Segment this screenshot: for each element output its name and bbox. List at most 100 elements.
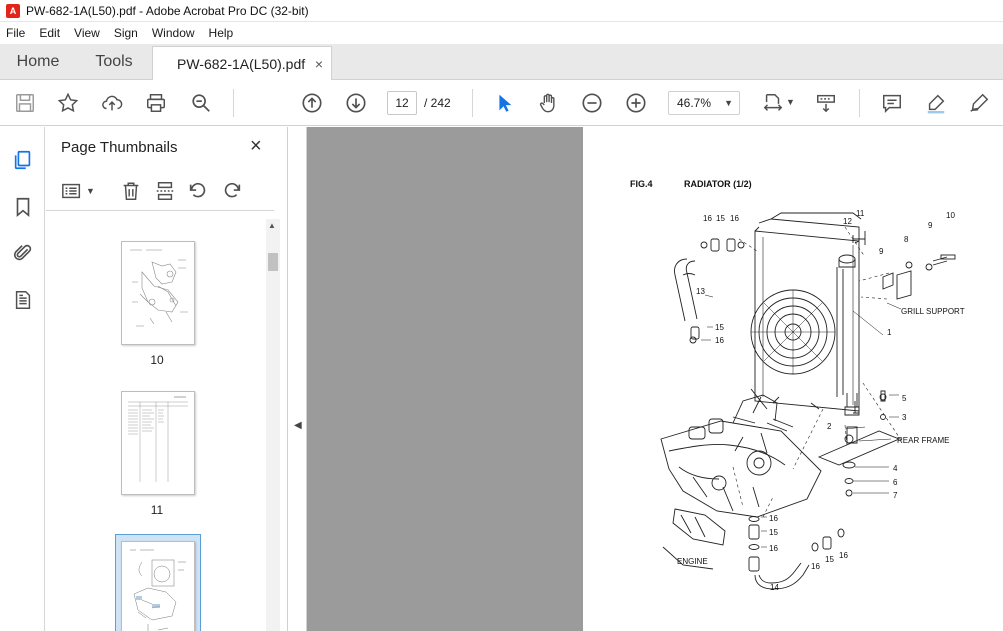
- tab-tools[interactable]: Tools: [76, 44, 152, 80]
- menu-file[interactable]: File: [6, 26, 25, 40]
- bookmark-star-icon[interactable]: [55, 90, 81, 116]
- thumbnail-label: 11: [150, 503, 164, 517]
- print-icon[interactable]: [143, 90, 169, 116]
- options-menu-icon[interactable]: [60, 179, 84, 203]
- toolbar-divider: [472, 89, 473, 117]
- next-page-icon[interactable]: [343, 90, 369, 116]
- rear-frame-label: REAR FRAME: [897, 436, 949, 445]
- toolbar-divider: [859, 89, 860, 117]
- menu-sign[interactable]: Sign: [114, 26, 138, 40]
- radiator-exploded-diagram: FIG.4 RADIATOR (1/2) 16 15 16 12 11 9 8 …: [630, 179, 965, 592]
- thumbnail-label: 10: [150, 353, 164, 367]
- diagram-title: RADIATOR (1/2): [684, 179, 752, 189]
- callout-16-a: 16: [703, 214, 712, 223]
- menu-bar: File Edit View Sign Window Help: [0, 22, 1003, 44]
- grill-support-label: GRILL SUPPORT: [901, 307, 965, 316]
- zoom-search-icon[interactable]: [188, 90, 214, 116]
- thumbnail-page-12[interactable]: [121, 541, 195, 631]
- callout-12: 12: [843, 217, 852, 226]
- page-thumbnails-icon[interactable]: [10, 147, 36, 173]
- callout-10: 10: [946, 211, 955, 220]
- zoom-caret-icon: ▼: [724, 98, 733, 108]
- callout-1: 1: [887, 328, 892, 337]
- tab-close-icon[interactable]: ×: [315, 56, 323, 72]
- thumbnail-12-preview: [130, 549, 186, 631]
- thumbnail-page-10[interactable]: [121, 241, 195, 345]
- callout-14: 14: [770, 583, 779, 592]
- scroll-up-icon[interactable]: ▲: [268, 221, 276, 230]
- tab-document[interactable]: PW-682-1A(L50).pdf ×: [152, 46, 332, 81]
- panel-title: Page Thumbnails: [61, 139, 178, 156]
- callout-15-d: 15: [825, 555, 834, 564]
- upload-cloud-icon[interactable]: [99, 90, 125, 116]
- delete-page-icon[interactable]: [119, 179, 143, 203]
- page-thumbnails-panel: Page Thumbnails × ▼ 10 11 ▲: [46, 127, 288, 631]
- toolbar-divider: [233, 89, 234, 117]
- menu-window[interactable]: Window: [152, 26, 195, 40]
- menu-help[interactable]: Help: [209, 26, 234, 40]
- panel-toolbar: ▼: [46, 173, 274, 211]
- callout-16-c: 16: [715, 336, 724, 345]
- select-cursor-icon[interactable]: [491, 90, 517, 116]
- total-pages-label: / 242: [424, 96, 451, 110]
- main-toolbar: ▼: [0, 80, 1003, 126]
- hand-tool-icon[interactable]: [535, 90, 561, 116]
- fit-page-caret-icon[interactable]: ▼: [786, 97, 795, 107]
- zoom-out-icon[interactable]: [579, 90, 605, 116]
- scrollbar-thumb[interactable]: [268, 253, 278, 271]
- tab-home[interactable]: Home: [0, 44, 76, 80]
- title-bar: A PW-682-1A(L50).pdf - Adobe Acrobat Pro…: [0, 0, 1003, 22]
- attachments-icon[interactable]: [10, 240, 36, 266]
- rotate-clockwise-icon[interactable]: [220, 179, 244, 203]
- thumbnail-10-preview: [130, 249, 188, 327]
- fit-page-icon[interactable]: [760, 90, 786, 116]
- window-title: PW-682-1A(L50).pdf - Adobe Acrobat Pro D…: [26, 3, 309, 18]
- insert-page-icon[interactable]: [153, 179, 177, 203]
- thumbnail-11-preview: [128, 396, 188, 482]
- zoom-in-icon[interactable]: [623, 90, 649, 116]
- scrolling-mode-icon[interactable]: [813, 90, 839, 116]
- save-icon[interactable]: [12, 90, 38, 116]
- document-properties-icon[interactable]: [10, 287, 36, 313]
- left-rail: [0, 127, 45, 631]
- callout-16-e: 16: [769, 544, 778, 553]
- callout-16-b: 16: [730, 214, 739, 223]
- current-page-input[interactable]: 12: [387, 91, 417, 115]
- document-view[interactable]: FIG.4 RADIATOR (1/2) 16 15 16 12 11 9 8 …: [307, 127, 1003, 631]
- callout-15-a: 15: [716, 214, 725, 223]
- thumbnail-list[interactable]: 10 11: [46, 212, 268, 631]
- panel-close-icon[interactable]: ×: [250, 135, 262, 158]
- tab-bar: Home Tools PW-682-1A(L50).pdf ×: [0, 44, 1003, 81]
- engine-label: ENGINE: [677, 557, 708, 566]
- bookmarks-icon[interactable]: [10, 194, 36, 220]
- pdf-page: FIG.4 RADIATOR (1/2) 16 15 16 12 11 9 8 …: [583, 127, 1003, 631]
- callout-11: 11: [856, 209, 865, 218]
- fig-label: FIG.4: [630, 179, 653, 189]
- menu-edit[interactable]: Edit: [39, 26, 60, 40]
- callout-2: 2: [827, 422, 832, 431]
- callout-16-f: 16: [811, 562, 820, 571]
- zoom-level-dropdown[interactable]: 46.7% ▼: [668, 91, 740, 115]
- thumbnail-page-11[interactable]: [121, 391, 195, 495]
- collapse-panel-icon[interactable]: ◀: [294, 420, 302, 431]
- thumbnail-scrollbar[interactable]: ▲: [266, 219, 280, 631]
- comment-icon[interactable]: [879, 90, 905, 116]
- callout-5: 5: [902, 394, 907, 403]
- sign-pen-icon[interactable]: [966, 90, 992, 116]
- tab-document-label: PW-682-1A(L50).pdf: [177, 56, 306, 72]
- callout-13: 13: [696, 287, 705, 296]
- callout-3: 3: [902, 413, 907, 422]
- zoom-level-value: 46.7%: [677, 96, 712, 110]
- callout-15-c: 15: [769, 528, 778, 537]
- previous-page-icon[interactable]: [299, 90, 325, 116]
- acrobat-app-icon: A: [6, 3, 20, 18]
- callout-16-d: 16: [769, 514, 778, 523]
- rotate-counterclockwise-icon[interactable]: [186, 179, 210, 203]
- panel-splitter[interactable]: ◀: [289, 127, 307, 631]
- callout-6: 6: [893, 478, 898, 487]
- callout-9-b: 9: [928, 221, 933, 230]
- callout-16-g: 16: [839, 551, 848, 560]
- menu-view[interactable]: View: [74, 26, 100, 40]
- options-caret-icon[interactable]: ▼: [86, 186, 95, 196]
- highlight-pen-icon[interactable]: [923, 90, 949, 116]
